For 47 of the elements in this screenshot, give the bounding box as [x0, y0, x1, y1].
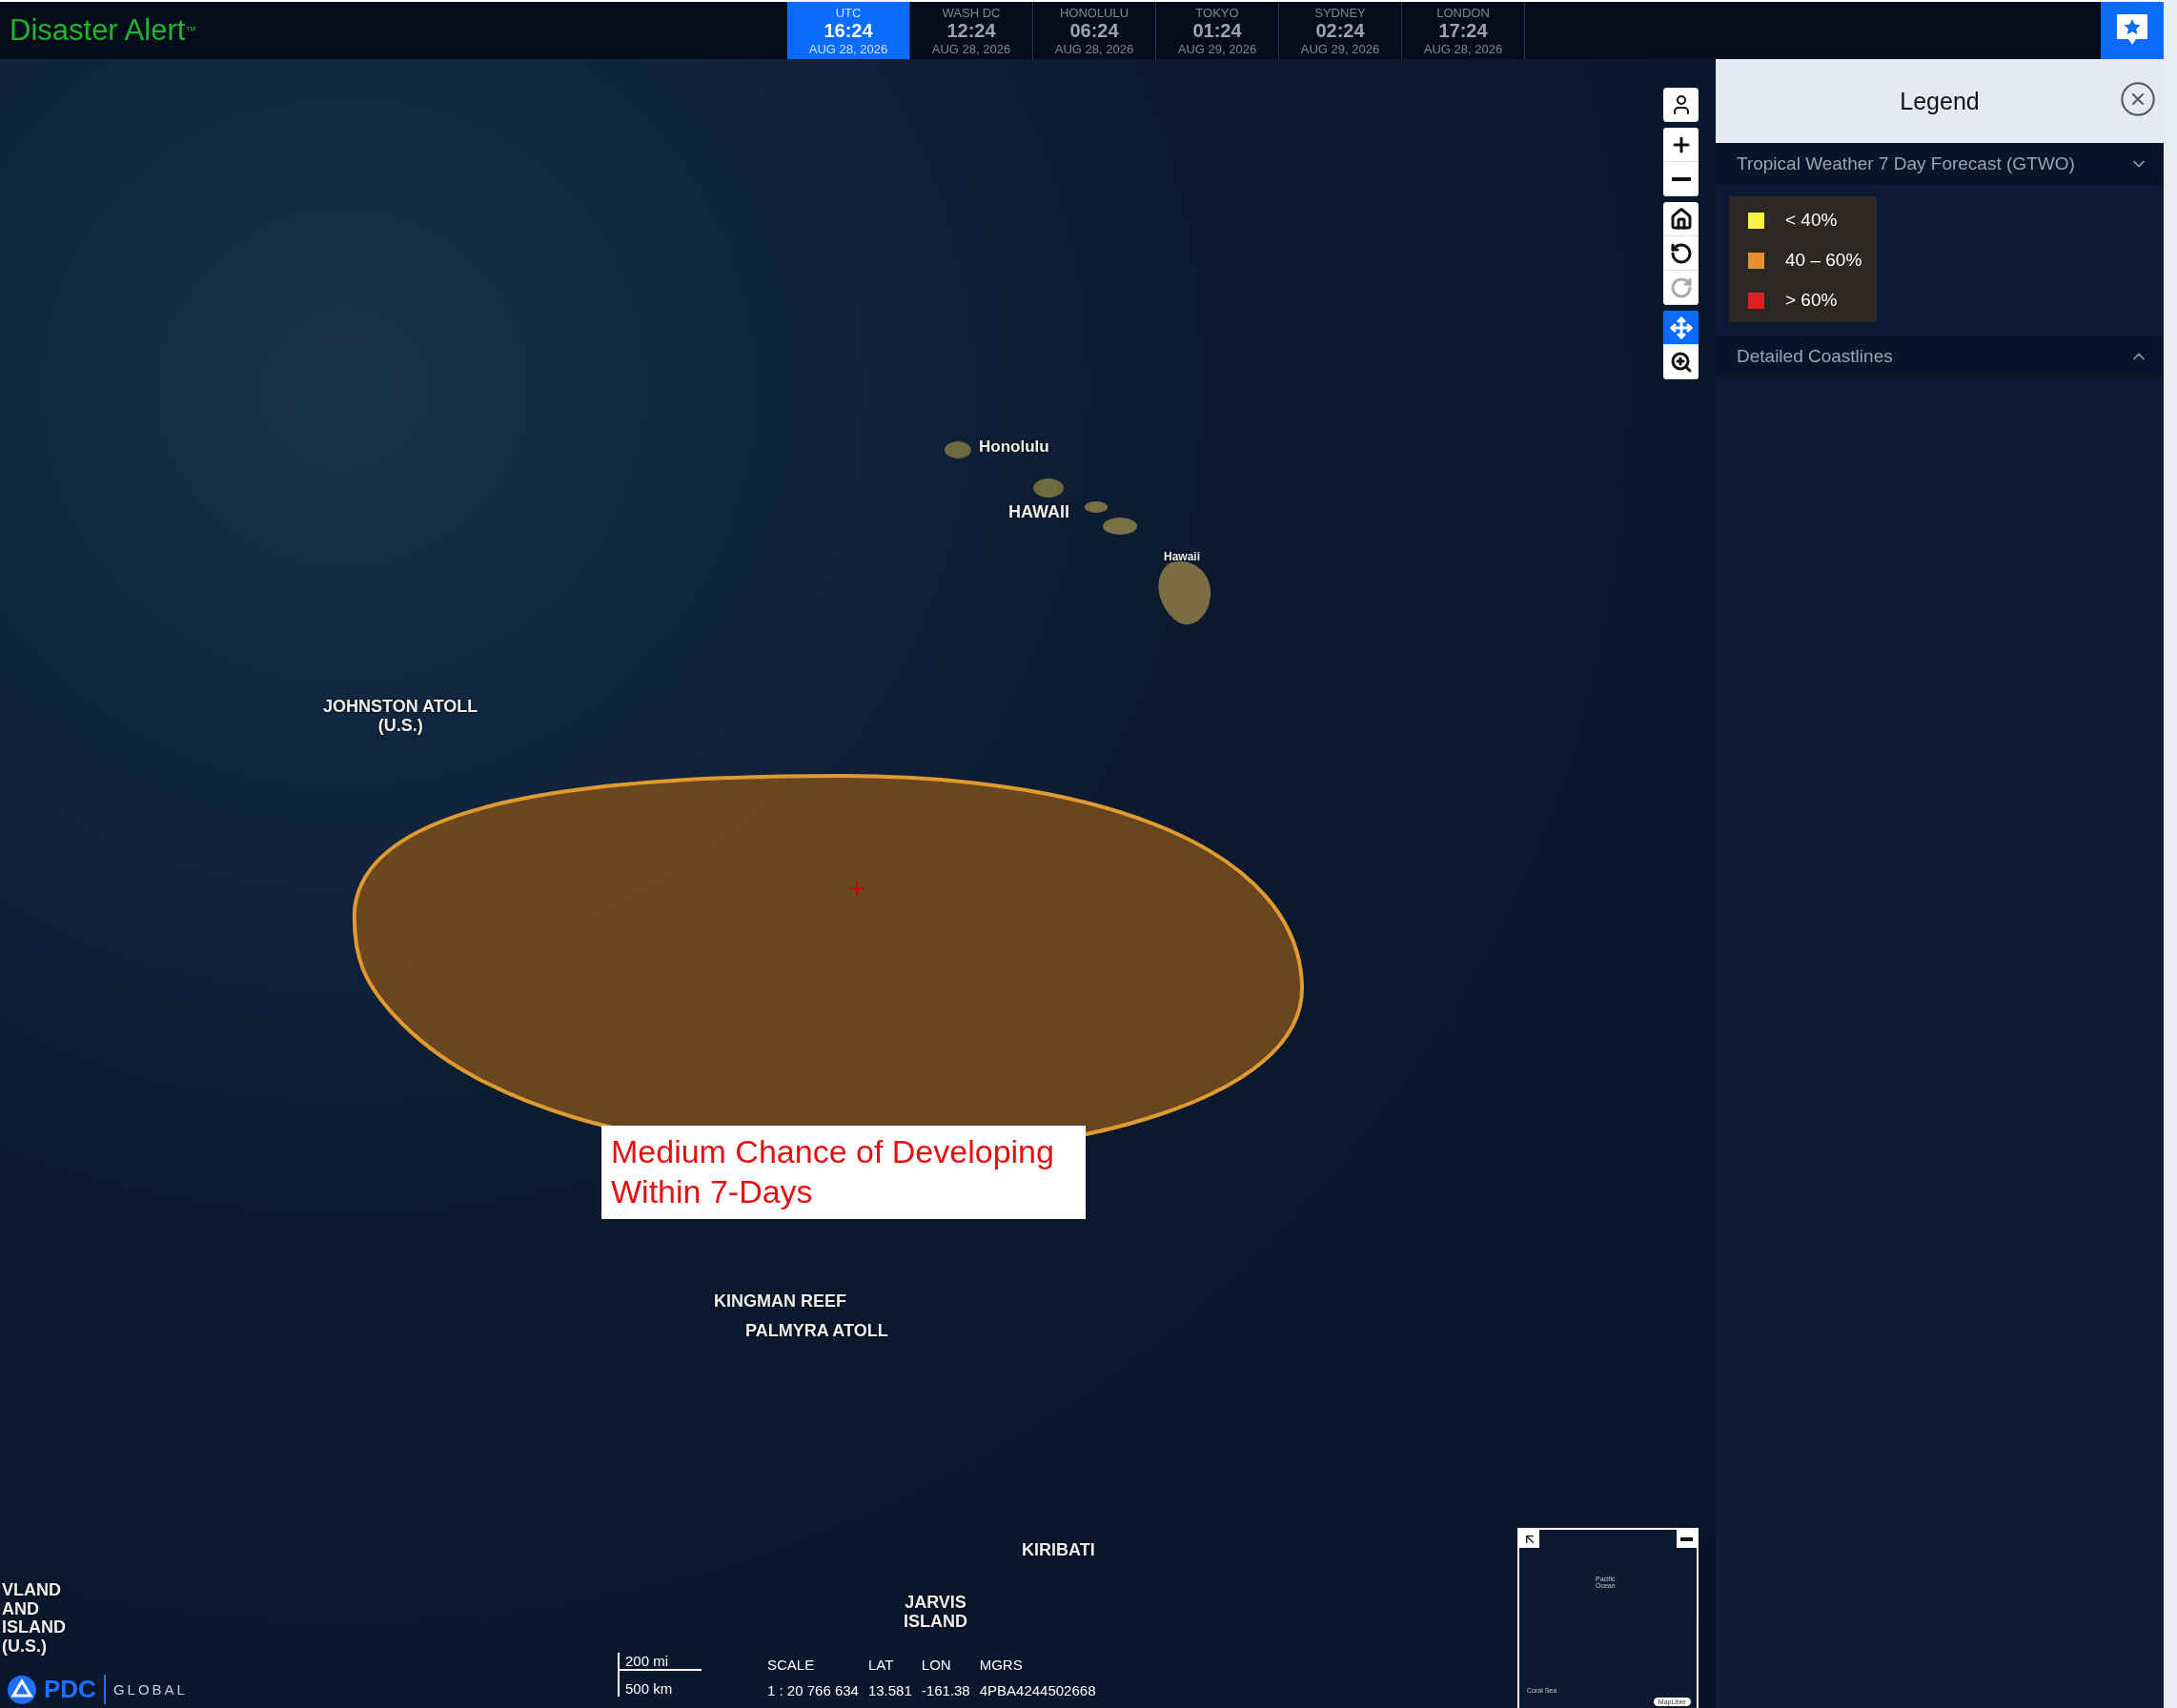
readout-label: LAT [867, 1657, 895, 1673]
pan-icon [1669, 315, 1693, 339]
readout-value: 4PBA4244502668 [979, 1682, 1096, 1698]
map-label: JARVIS ISLAND [904, 1594, 967, 1632]
clock-tab[interactable]: UTC 16:24 AUG 28, 2026 [787, 2, 910, 59]
expand-button[interactable] [1519, 1530, 1539, 1548]
home-button[interactable] [1663, 202, 1699, 236]
map-label: PALMYRA ATOLL [745, 1322, 888, 1341]
pan-button[interactable] [1663, 311, 1699, 345]
brand-suffix: GLOBAL [112, 1681, 188, 1698]
map-label: KIRIBATI [1022, 1541, 1095, 1560]
minus-icon [1680, 1536, 1693, 1541]
forecast-annotation: Medium Chance of Developing Within 7-Days [601, 1126, 1086, 1219]
bookmark-button[interactable] [2101, 2, 2164, 59]
legend-item-label: 40 – 60% [1785, 250, 1862, 271]
satellite-map[interactable] [0, 59, 1716, 1708]
readout-label: LON [921, 1657, 952, 1673]
readout-label: MGRS [979, 1657, 1024, 1673]
map-label: JOHNSTON ATOLL (U.S.) [323, 698, 478, 736]
legend-item-label: < 40% [1785, 210, 1838, 231]
legend-section-header[interactable]: Detailed Coastlines [1716, 336, 2164, 377]
legend-title: Legend [1900, 87, 1980, 115]
map-label: Hawaii [1164, 551, 1200, 564]
logo-icon [8, 1675, 36, 1704]
scale-bar: 200 mi 500 km [618, 1653, 745, 1697]
legend-item-label: > 60% [1785, 290, 1838, 311]
home-icon [1669, 207, 1693, 231]
zoom-in-button[interactable] [1663, 128, 1699, 162]
minus-icon [1671, 176, 1691, 181]
map-label: KINGMAN REEF [714, 1292, 846, 1312]
readout-label: SCALE [767, 1657, 816, 1673]
readout-value: 13.581 [867, 1682, 912, 1698]
brand-name: PDC [44, 1675, 106, 1704]
collapse-button[interactable] [1677, 1530, 1697, 1548]
rotate-left-icon [1669, 241, 1693, 265]
map-label: Honolulu [979, 438, 1049, 457]
map-label: HAWAII [1008, 503, 1069, 522]
rotate-right-icon [1669, 275, 1693, 299]
crosshair-icon [850, 882, 864, 895]
readout-value: -161.38 [921, 1682, 970, 1698]
close-icon [2119, 80, 2157, 118]
zoom-icon [1669, 350, 1693, 374]
legend-section-header[interactable]: Tropical Weather 7 Day Forecast (GTWO) [1716, 143, 2164, 185]
map-label: ISLAND (U.S.) [2, 1618, 66, 1657]
app-title: Disaster Alert$^{™}$ [9, 12, 198, 49]
map-label: VLAND AND [2, 1581, 61, 1619]
readout-value: 1 : 20 766 634 [767, 1682, 859, 1698]
